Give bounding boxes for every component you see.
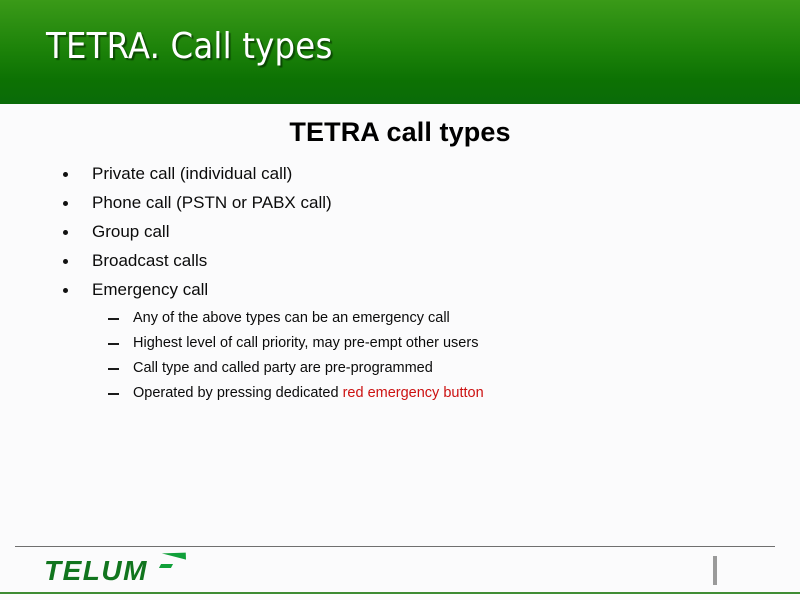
bullet-label: Broadcast calls [92, 251, 208, 270]
sub-bullet-text: Highest level of call priority, may pre-… [133, 335, 479, 351]
dash-bullet-icon [108, 368, 119, 370]
bullet-dot-icon [63, 201, 68, 206]
sub-bullet-label: Call type and called party are pre-progr… [133, 359, 433, 378]
footer-divider [15, 546, 775, 547]
sub-list-item: Highest level of call priority, may pre-… [0, 334, 800, 359]
footer-accent-line [0, 592, 800, 594]
list-item: Emergency call [0, 279, 800, 308]
list-item: Private call (individual call) [0, 163, 800, 192]
telum-logo: TELUM [44, 552, 214, 587]
dash-bullet-icon [108, 393, 119, 395]
dash-bullet-icon [108, 343, 119, 345]
sub-bullet-label: Highest level of call priority, may pre-… [133, 334, 478, 353]
sub-list-item: Call type and called party are pre-progr… [0, 359, 800, 384]
bullet-label: Phone call (PSTN or PABX call) [92, 193, 332, 212]
bullet-list: Private call (individual call) Phone cal… [0, 163, 800, 308]
bullet-dot-icon [63, 288, 68, 293]
sub-bullet-text: Call type and called party are pre-progr… [133, 360, 433, 376]
bullet-dot-icon [63, 172, 68, 177]
sub-bullet-label: Operated by pressing dedicated red emerg… [133, 384, 484, 403]
bullet-label: Private call (individual call) [92, 164, 293, 183]
page-number-placeholder [713, 556, 717, 585]
slide-header-banner: TETRA. Call types [0, 0, 800, 104]
list-item: Broadcast calls [0, 250, 800, 279]
bullet-label: Emergency call [92, 280, 209, 299]
list-item: Phone call (PSTN or PABX call) [0, 192, 800, 221]
sub-bullet-label: Any of the above types can be an emergen… [133, 309, 450, 328]
bullet-label: Group call [92, 222, 170, 241]
sub-list-item: Any of the above types can be an emergen… [0, 309, 800, 334]
sub-list-item: Operated by pressing dedicated red emerg… [0, 384, 800, 409]
sub-bullet-text: Operated by pressing dedicated [133, 385, 343, 401]
dash-bullet-icon [108, 318, 119, 320]
slide: TETRA. Call types TETRA call types Priva… [0, 0, 800, 600]
logo-wordmark: TELUM [44, 555, 148, 586]
sub-bullet-highlight: red emergency button [342, 385, 484, 401]
bullet-dot-icon [63, 230, 68, 235]
logo-swoosh-tail-icon [158, 564, 174, 568]
list-item: Group call [0, 221, 800, 250]
sub-bullet-list: Any of the above types can be an emergen… [0, 309, 800, 409]
bullet-dot-icon [63, 259, 68, 264]
content-heading: TETRA call types [289, 117, 511, 147]
sub-bullet-text: Any of the above types can be an emergen… [133, 310, 450, 326]
slide-title: TETRA. Call types [46, 26, 333, 67]
